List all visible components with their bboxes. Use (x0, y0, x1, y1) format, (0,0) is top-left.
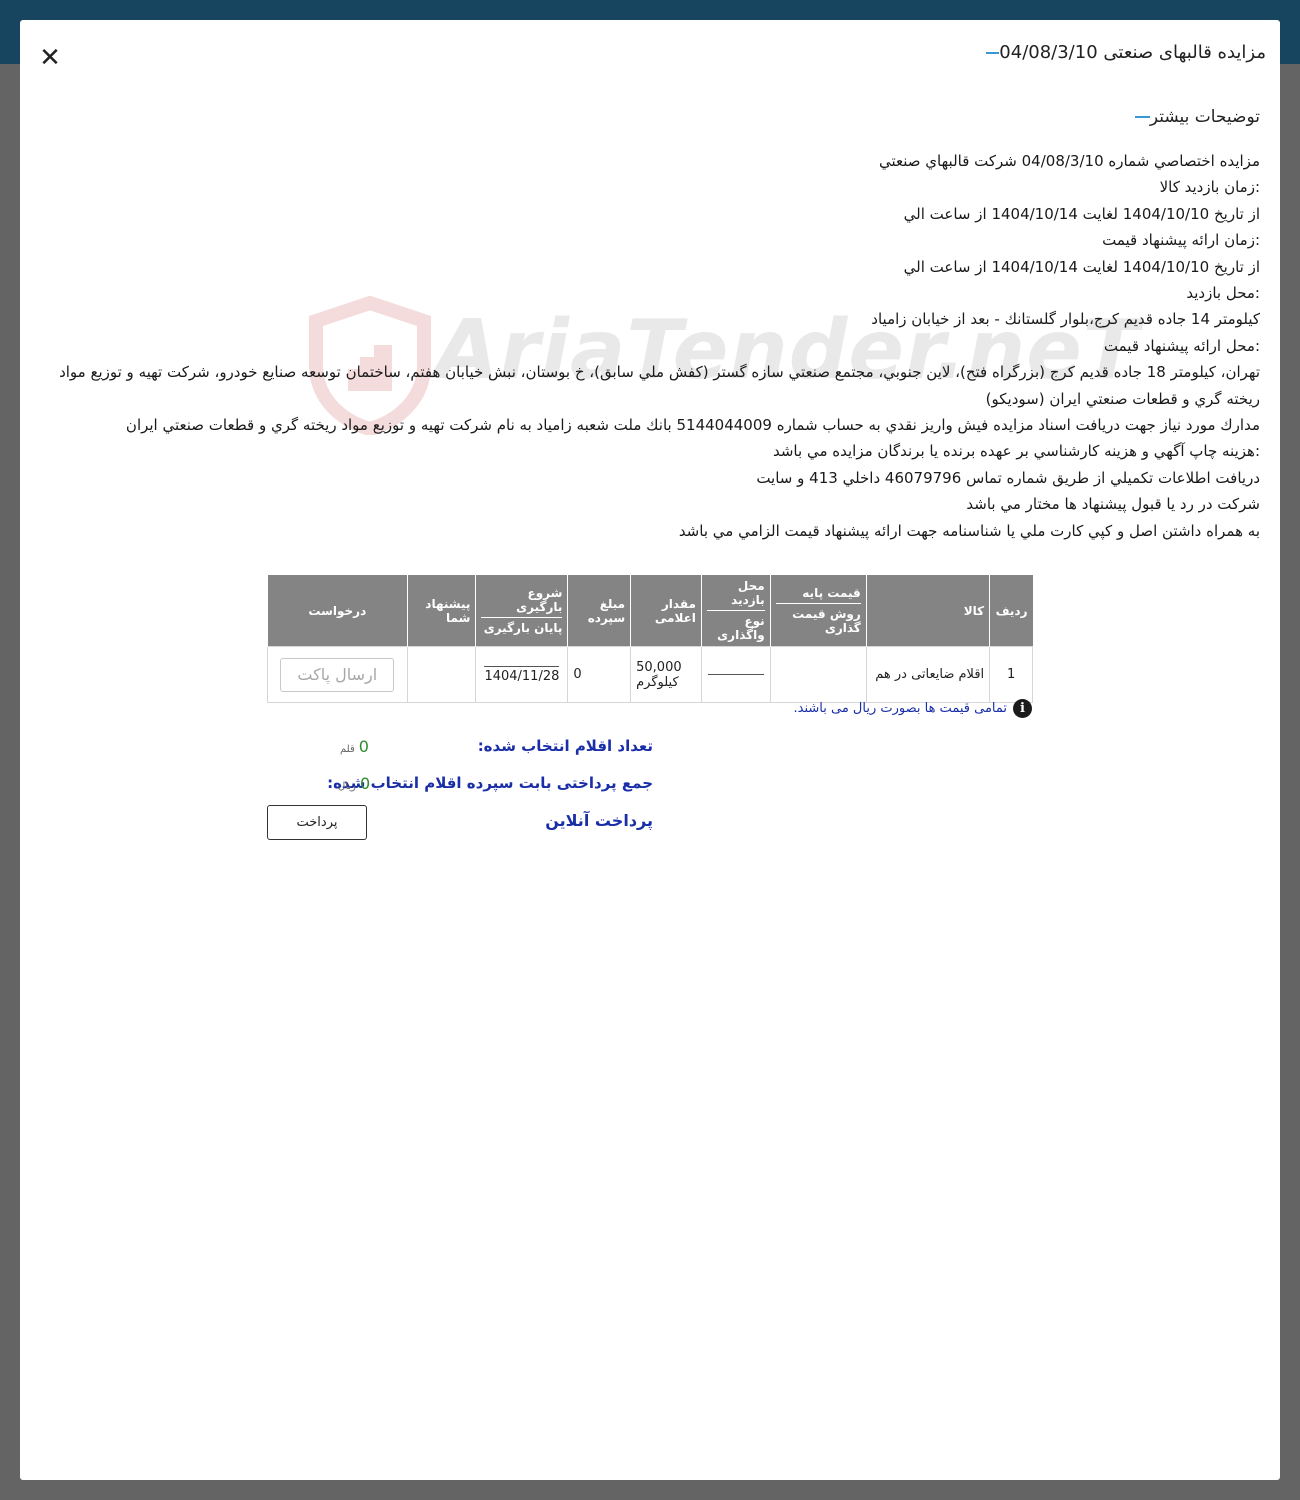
description-line: به همراه داشتن اصل و كپي كارت ملي يا شنا… (678, 521, 1260, 540)
cell-request: ارسال پاکت (267, 646, 408, 703)
info-icon: i (1013, 699, 1032, 718)
description-line: :محل بازديد (1186, 284, 1260, 303)
quantity-value: 50,000 (636, 659, 682, 675)
pay-button[interactable]: پرداخت (267, 805, 367, 840)
cell-base-price (769, 646, 867, 703)
empty-dash (707, 674, 764, 675)
selected-count: 0 قلم (340, 737, 369, 756)
selected-count-label: تعداد اقلام انتخاب شده: (477, 737, 653, 755)
description-line: دريافت اطلاعات تكميلي از طريق شماره تماس… (756, 468, 1260, 487)
send-packet-button[interactable]: ارسال پاکت (280, 657, 395, 692)
header-deposit: مبلغ سپرده (567, 575, 631, 647)
load-end-date: 1404/11/28 (484, 665, 560, 684)
currency-note-text: تمامی قیمت ها بصورت ریال می باشند. (793, 701, 1008, 716)
description-line: :هزينه چاپ آگهي و هزينه كارشناسي بر عهده… (772, 442, 1260, 461)
description-line: :زمان ارائه پيشنهاد قيمت (1102, 231, 1260, 250)
header-visit-place: محل بازدید نوع واگذاری (700, 575, 771, 647)
items-table: ردیف کالا قیمت پایه روش قیمت گذاری محل ب… (267, 575, 1033, 703)
total-payment: 0 ریال (338, 774, 370, 793)
selected-count-value: 0 (358, 737, 369, 756)
description-line: تهران، كيلومتر 18 جاده قديم كرج (بزرگراه… (59, 363, 1260, 408)
header-loading: شروع بارگیری پایان بارگیری (475, 575, 568, 647)
cell-visit-place (700, 646, 771, 703)
section-header: توضیحات بیشتر (1125, 107, 1260, 127)
header-visit-place-label: محل بازدید (731, 579, 765, 607)
description-line: از تاريخ 1404/10/10 لغايت 1404/10/14 از … (903, 204, 1260, 223)
header-transfer-type: نوع واگذاری (706, 610, 765, 642)
header-quantity: مقدار اعلامی (630, 575, 702, 647)
header-pricing-method: روش قیمت گذاری (775, 603, 861, 635)
description-block: مزايده اختصاصي شماره 04/08/3/10 شركت قال… (45, 148, 1260, 544)
cell-loading: 1404/11/28 (475, 646, 569, 703)
description-line: مدارك مورد نياز جهت دريافت اسناد مزايده … (125, 416, 1260, 435)
auction-modal: ✕ مزایده قالبهای صنعتی 04/08/3/10 توضیحا… (20, 20, 1280, 1480)
header-your-offer: پیشنهاد شما (406, 575, 476, 647)
cell-deposit: 0 (567, 646, 632, 703)
currency-note: i تمامی قیمت ها بصورت ریال می باشند. (793, 699, 1032, 718)
total-payment-value: 0 (359, 774, 371, 793)
cell-quantity: 50,000 کیلوگرم (630, 646, 702, 703)
header-base-price-label: قیمت پایه (802, 586, 861, 600)
modal-header: مزایده قالبهای صنعتی 04/08/3/10 (976, 42, 1266, 63)
section-title: توضیحات بیشتر (1149, 107, 1260, 127)
header-request: درخواست (267, 575, 408, 647)
description-line: :زمان بازديد كالا (1159, 178, 1260, 197)
cell-your-offer (406, 646, 477, 703)
header-base-price: قیمت پایه روش قیمت گذاری (769, 575, 867, 647)
description-line: مزايده اختصاصي شماره 04/08/3/10 شركت قال… (879, 152, 1260, 170)
close-icon[interactable]: ✕ (38, 45, 62, 71)
header-row-number: ردیف (989, 575, 1033, 647)
online-payment-label: پرداخت آنلاین (545, 811, 653, 830)
table-row: 1 اقلام ضایعاتی در هم 50,000 کیلوگرم 0 1… (267, 646, 1033, 703)
title-dash (986, 51, 1000, 54)
description-line: از تاريخ 1404/10/10 لغايت 1404/10/14 از … (903, 257, 1260, 276)
description-line: :محل ارائه پيشنهاد قيمت (1103, 336, 1260, 355)
cell-row-number: 1 (989, 646, 1033, 703)
table-header-row: ردیف کالا قیمت پایه روش قیمت گذاری محل ب… (267, 575, 1033, 647)
selected-count-unit: قلم (340, 744, 355, 755)
quantity-unit: کیلوگرم (636, 674, 679, 690)
cell-item: اقلام ضایعاتی در هم (865, 646, 991, 703)
header-load-start: شروع بارگیری (516, 586, 563, 614)
section-dash (1134, 116, 1150, 118)
total-payment-label: جمع پرداختی بابت سپرده اقلام انتخاب شده: (327, 774, 653, 792)
description-line: شركت در رد يا قبول پيشنهاد ها مختار مي ب… (966, 495, 1260, 514)
description-line: كيلومتر 14 جاده قديم كرج،بلوار گلستانك -… (871, 310, 1260, 329)
header-item: کالا (865, 575, 990, 647)
header-load-end: پایان بارگیری (481, 617, 563, 635)
total-payment-unit: ریال (338, 781, 356, 792)
modal-title: مزایده قالبهای صنعتی 04/08/3/10 (999, 42, 1266, 63)
